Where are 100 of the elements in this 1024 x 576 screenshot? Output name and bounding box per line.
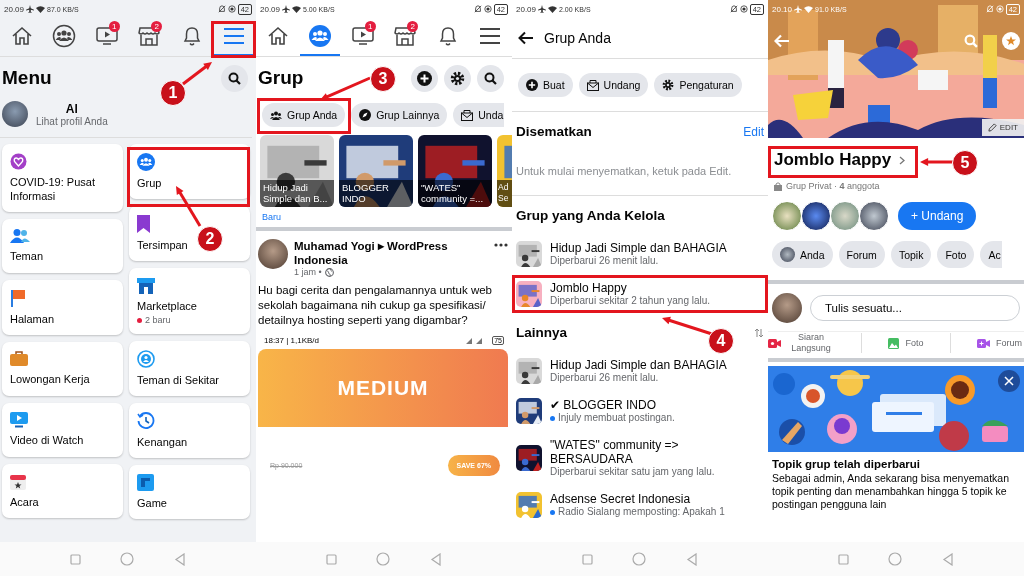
group-tab[interactable]: Topik: [890, 241, 932, 268]
airplane-icon: [26, 5, 35, 13]
invite-button[interactable]: + Undang: [898, 202, 977, 230]
group-card[interactable]: Hidup Jadi Simple dan B...: [260, 135, 334, 207]
section-title: Disematkan: [516, 123, 592, 141]
home-circle-icon[interactable]: [120, 552, 135, 566]
filter-chip[interactable]: Grup Anda: [262, 103, 346, 127]
notification-badge: 2: [407, 21, 419, 32]
menu-shortcut-card[interactable]: Marketplace 2 baru: [129, 268, 250, 334]
menu-shortcut-card[interactable]: Teman: [2, 219, 123, 273]
menu-shortcut-card[interactable]: Game: [129, 465, 250, 519]
menu-shortcut-card[interactable]: Grup: [129, 144, 250, 199]
search-button[interactable]: [477, 64, 504, 92]
wifi-icon: [292, 5, 302, 13]
edit-link[interactable]: Edit: [743, 124, 764, 139]
back-triangle-icon[interactable]: [942, 552, 955, 566]
group-row[interactable]: Hidup Jadi Simple dan BAHAGIA Diperbarui 26 menit lalu.: [516, 241, 764, 267]
back-triangle-icon[interactable]: [174, 552, 187, 566]
location-icon: [483, 5, 492, 13]
group-row[interactable]: "WATES" community => BERSAUDARA Diperbarui sekitar satu jam yang lalu.: [516, 438, 764, 478]
menu-shortcut-card[interactable]: Halaman: [2, 280, 123, 335]
group-name: ✔ BLOGGER INDO: [550, 398, 658, 412]
pinned-hint: Untuk mulai menyematkan, ketuk pada Edit.: [516, 164, 733, 179]
group-tab[interactable]: Forum: [838, 241, 885, 268]
more-options-icon[interactable]: [494, 243, 508, 247]
member-avatar[interactable]: [859, 201, 889, 231]
highlight-frame: [211, 21, 256, 58]
wifi-icon: [36, 5, 46, 13]
menu-shortcut-card[interactable]: Teman di Sekitar: [129, 341, 250, 396]
menu-shortcut-card[interactable]: Acara: [2, 464, 123, 518]
plus-icon: [417, 70, 432, 86]
screen-title: Menu: [2, 67, 52, 89]
home-circle-icon[interactable]: [376, 552, 391, 566]
back-triangle-icon[interactable]: [686, 552, 699, 566]
back-triangle-icon[interactable]: [430, 552, 443, 566]
group-tab[interactable]: Ac: [980, 241, 1002, 268]
group-title: Jomblo Happy: [774, 150, 892, 170]
group-name: "WATES" community => BERSAUDARA: [550, 438, 680, 466]
wifi-icon: [804, 5, 814, 13]
nav-tab[interactable]: 2: [129, 18, 170, 56]
post-action-button[interactable]: Siaran Langsung: [768, 332, 835, 354]
menu-icon: [478, 27, 501, 45]
member-avatar[interactable]: [801, 201, 831, 231]
group-card[interactable]: Ad Se: [497, 135, 512, 207]
group-card-caption: Hidup Jadi Simple dan B...: [260, 180, 334, 207]
group-card[interactable]: "WATES" community =...: [418, 135, 492, 207]
notice-title: Topik grup telah diperbarui: [772, 458, 922, 470]
clock-time: 20.09: [4, 4, 25, 14]
search-icon: [228, 71, 241, 85]
group-row[interactable]: Jomblo Happy Diperbarui sekitar 2 tahun yang lalu.: [516, 281, 764, 307]
sort-icon[interactable]: [754, 327, 764, 338]
shortcut-label: Video di Watch: [10, 433, 84, 447]
bell-off-icon: [985, 5, 994, 13]
plan-name: MEDIUM: [337, 376, 429, 400]
people-icon: [270, 110, 282, 120]
action-chip[interactable]: Pengaturan: [654, 73, 742, 97]
group-row[interactable]: Hidup Jadi Simple dan BAHAGIA Diperbarui 26 menit lalu.: [516, 358, 764, 384]
filter-chip[interactable]: Unda: [453, 103, 505, 127]
group-tab[interactable]: Anda: [772, 241, 833, 268]
nav-tab[interactable]: 1: [342, 18, 383, 56]
back-arrow-icon[interactable]: [518, 31, 534, 45]
section-title: Grup yang Anda Kelola: [516, 207, 666, 225]
group-card[interactable]: BLOGGER INDO: [339, 135, 413, 207]
clock-time: 20.09: [516, 4, 537, 14]
nav-tab[interactable]: 1: [86, 18, 127, 56]
new-items-note: 2 baru: [137, 315, 171, 325]
nav-tab[interactable]: 2: [385, 18, 426, 56]
game-icon: [137, 474, 154, 491]
settings-icon: [662, 79, 675, 91]
post-author[interactable]: Muhamad Yogi ▸ WordPress Indonesia: [294, 239, 488, 267]
group-row[interactable]: ✔ BLOGGER INDO Injuly membuat postingan.: [516, 398, 764, 424]
menu-shortcut-card[interactable]: Lowongan Kerja: [2, 342, 123, 396]
post-action-button[interactable]: Forum: [976, 338, 1022, 348]
group-update: Diperbarui 26 menit lalu.: [550, 255, 660, 267]
settings-button[interactable]: [444, 64, 471, 92]
home-circle-icon[interactable]: [632, 552, 647, 566]
action-chip[interactable]: Buat: [518, 73, 573, 97]
airplane-icon: [282, 5, 291, 13]
clock-icon: [137, 412, 155, 430]
step-number-badge: 5: [952, 150, 978, 176]
menu-shortcut-card[interactable]: Video di Watch: [2, 403, 123, 457]
create-button[interactable]: [411, 64, 438, 92]
group-row[interactable]: Adsense Secret Indonesia Radio Sialang memposting: Apakah 1: [516, 492, 764, 518]
group-tab[interactable]: Foto: [937, 241, 975, 268]
search-icon: [484, 71, 497, 85]
admin-badge-icon[interactable]: [1002, 32, 1020, 50]
group-update: Diperbarui sekitar satu jam yang lalu.: [550, 466, 716, 478]
edit-cover-button[interactable]: EDIT: [981, 119, 1024, 136]
group-update: Diperbarui 26 menit lalu.: [550, 372, 660, 384]
chevron-right-icon[interactable]: [899, 155, 906, 165]
home-circle-icon[interactable]: [888, 552, 903, 566]
video-screen-icon: [350, 26, 375, 46]
filter-chip[interactable]: Grup Lainnya: [351, 103, 448, 127]
menu-shortcut-card[interactable]: Kenangan: [129, 403, 250, 458]
menu-shortcut-card[interactable]: COVID-19: Pusat Informasi: [2, 144, 123, 212]
post-input-field[interactable]: Tulis sesuatu...: [810, 295, 1020, 321]
shop-icon: [137, 25, 162, 47]
action-chip[interactable]: Undang: [578, 73, 649, 97]
search-button[interactable]: [221, 64, 248, 92]
post-action-button[interactable]: Foto: [888, 337, 924, 349]
